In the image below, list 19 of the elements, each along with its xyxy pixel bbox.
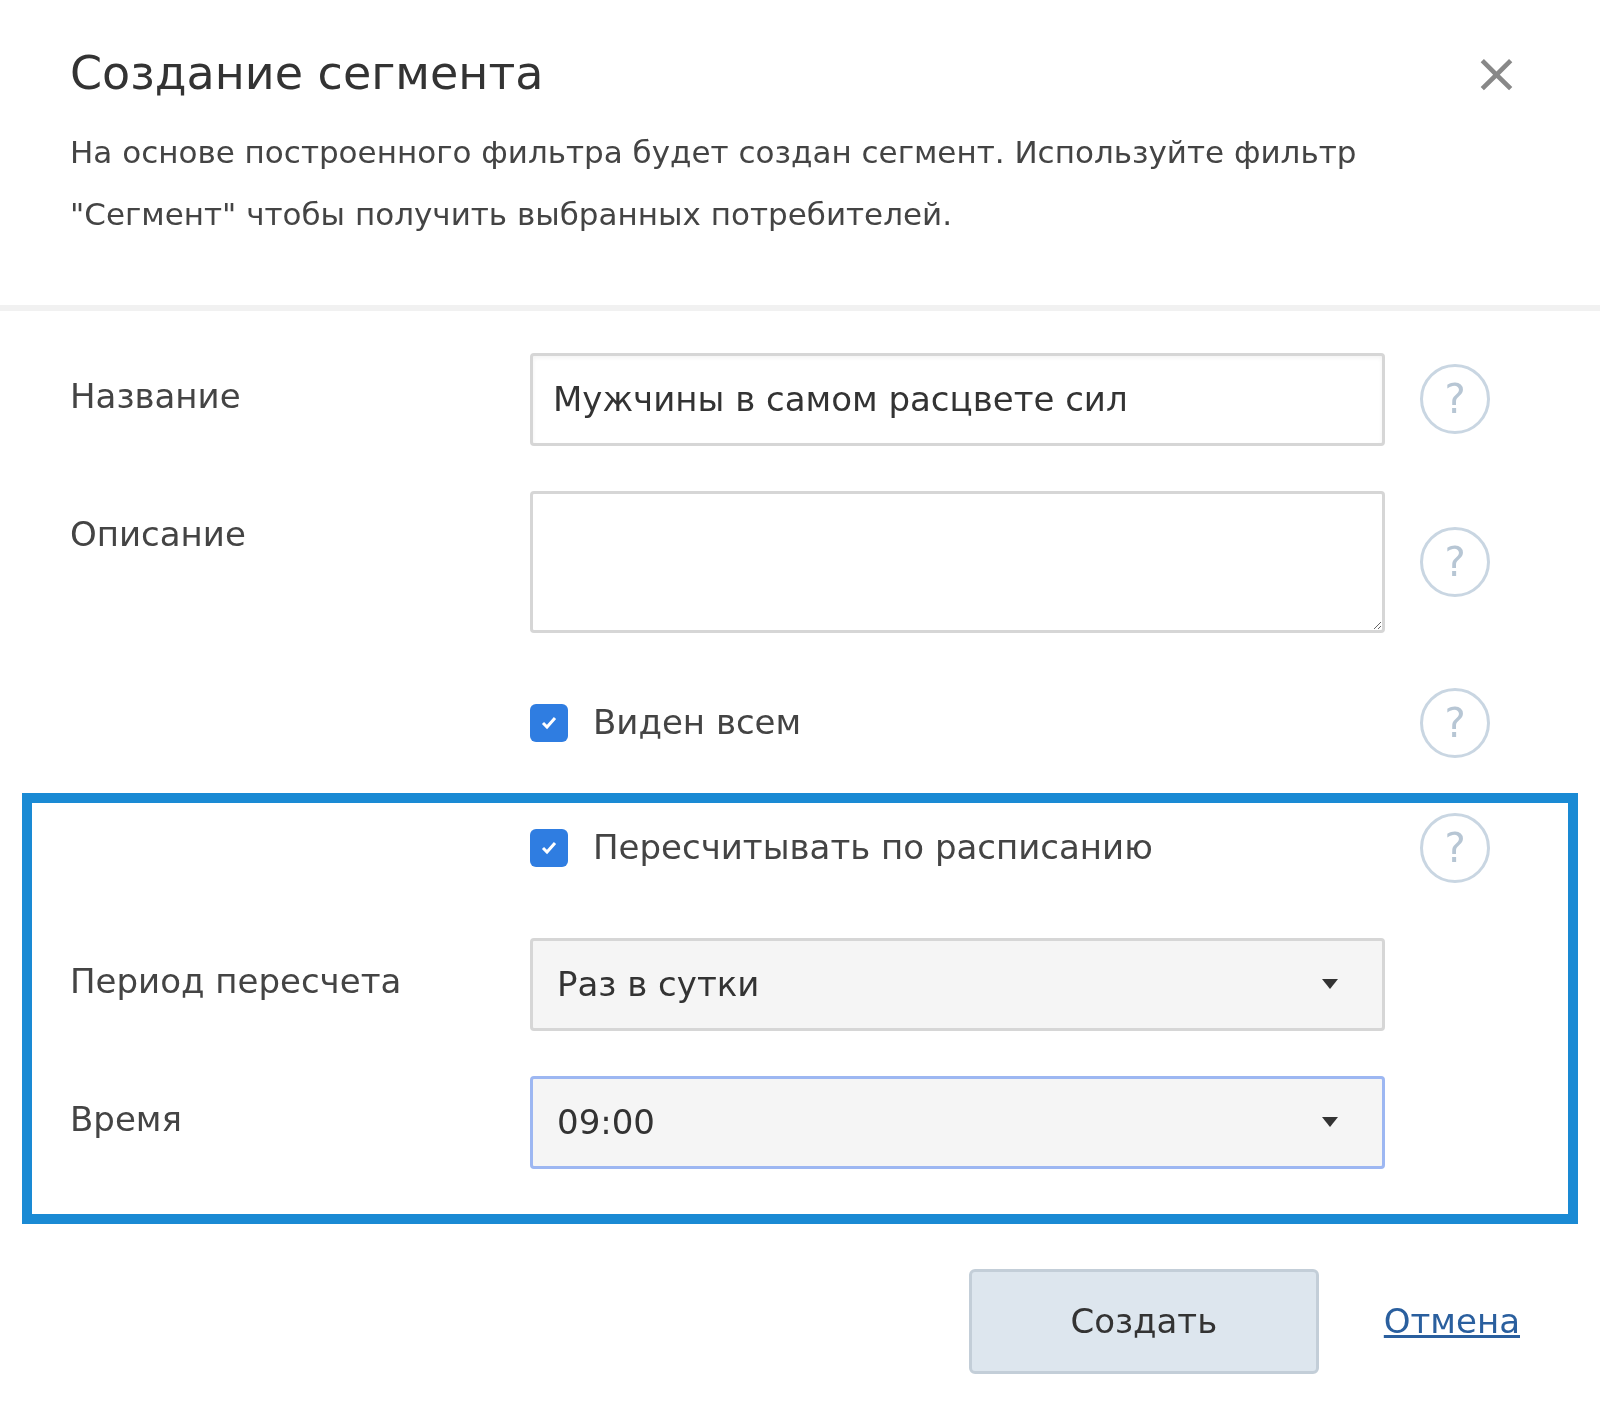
close-button[interactable]: × <box>1473 45 1520 101</box>
field-label: Время <box>70 1098 182 1139</box>
checkbox[interactable] <box>530 703 568 742</box>
description-input-field[interactable] <box>530 490 1385 633</box>
create-button[interactable]: Создать <box>968 1268 1319 1374</box>
checkbox-label: Пересчитывать по расписанию <box>593 826 1153 869</box>
dropdown-select[interactable]: 09:00 <box>530 1075 1385 1169</box>
checkbox[interactable] <box>530 828 568 867</box>
dropdown-select[interactable]: Раз в сутки <box>530 937 1385 1031</box>
caret-icon <box>1322 1117 1338 1127</box>
checkbox-label: Виден всем <box>593 701 802 744</box>
dialog-title: Создание сегмента <box>70 45 544 102</box>
field-label: Описание <box>70 513 246 554</box>
cancel-link[interactable]: Отмена <box>1383 1295 1520 1347</box>
caret-icon <box>1322 979 1338 989</box>
field-label: Период пересчета <box>70 960 402 1001</box>
dialog-description: На основе построенного фильтра будет создан сегмент. Используйте фильтр "Сегмент" чтобы получить выбранных потребителей. <box>69 132 1358 234</box>
field-label: Название <box>70 375 241 416</box>
name-input-field[interactable]: Мужчины в самом расцвете сил <box>530 352 1385 446</box>
